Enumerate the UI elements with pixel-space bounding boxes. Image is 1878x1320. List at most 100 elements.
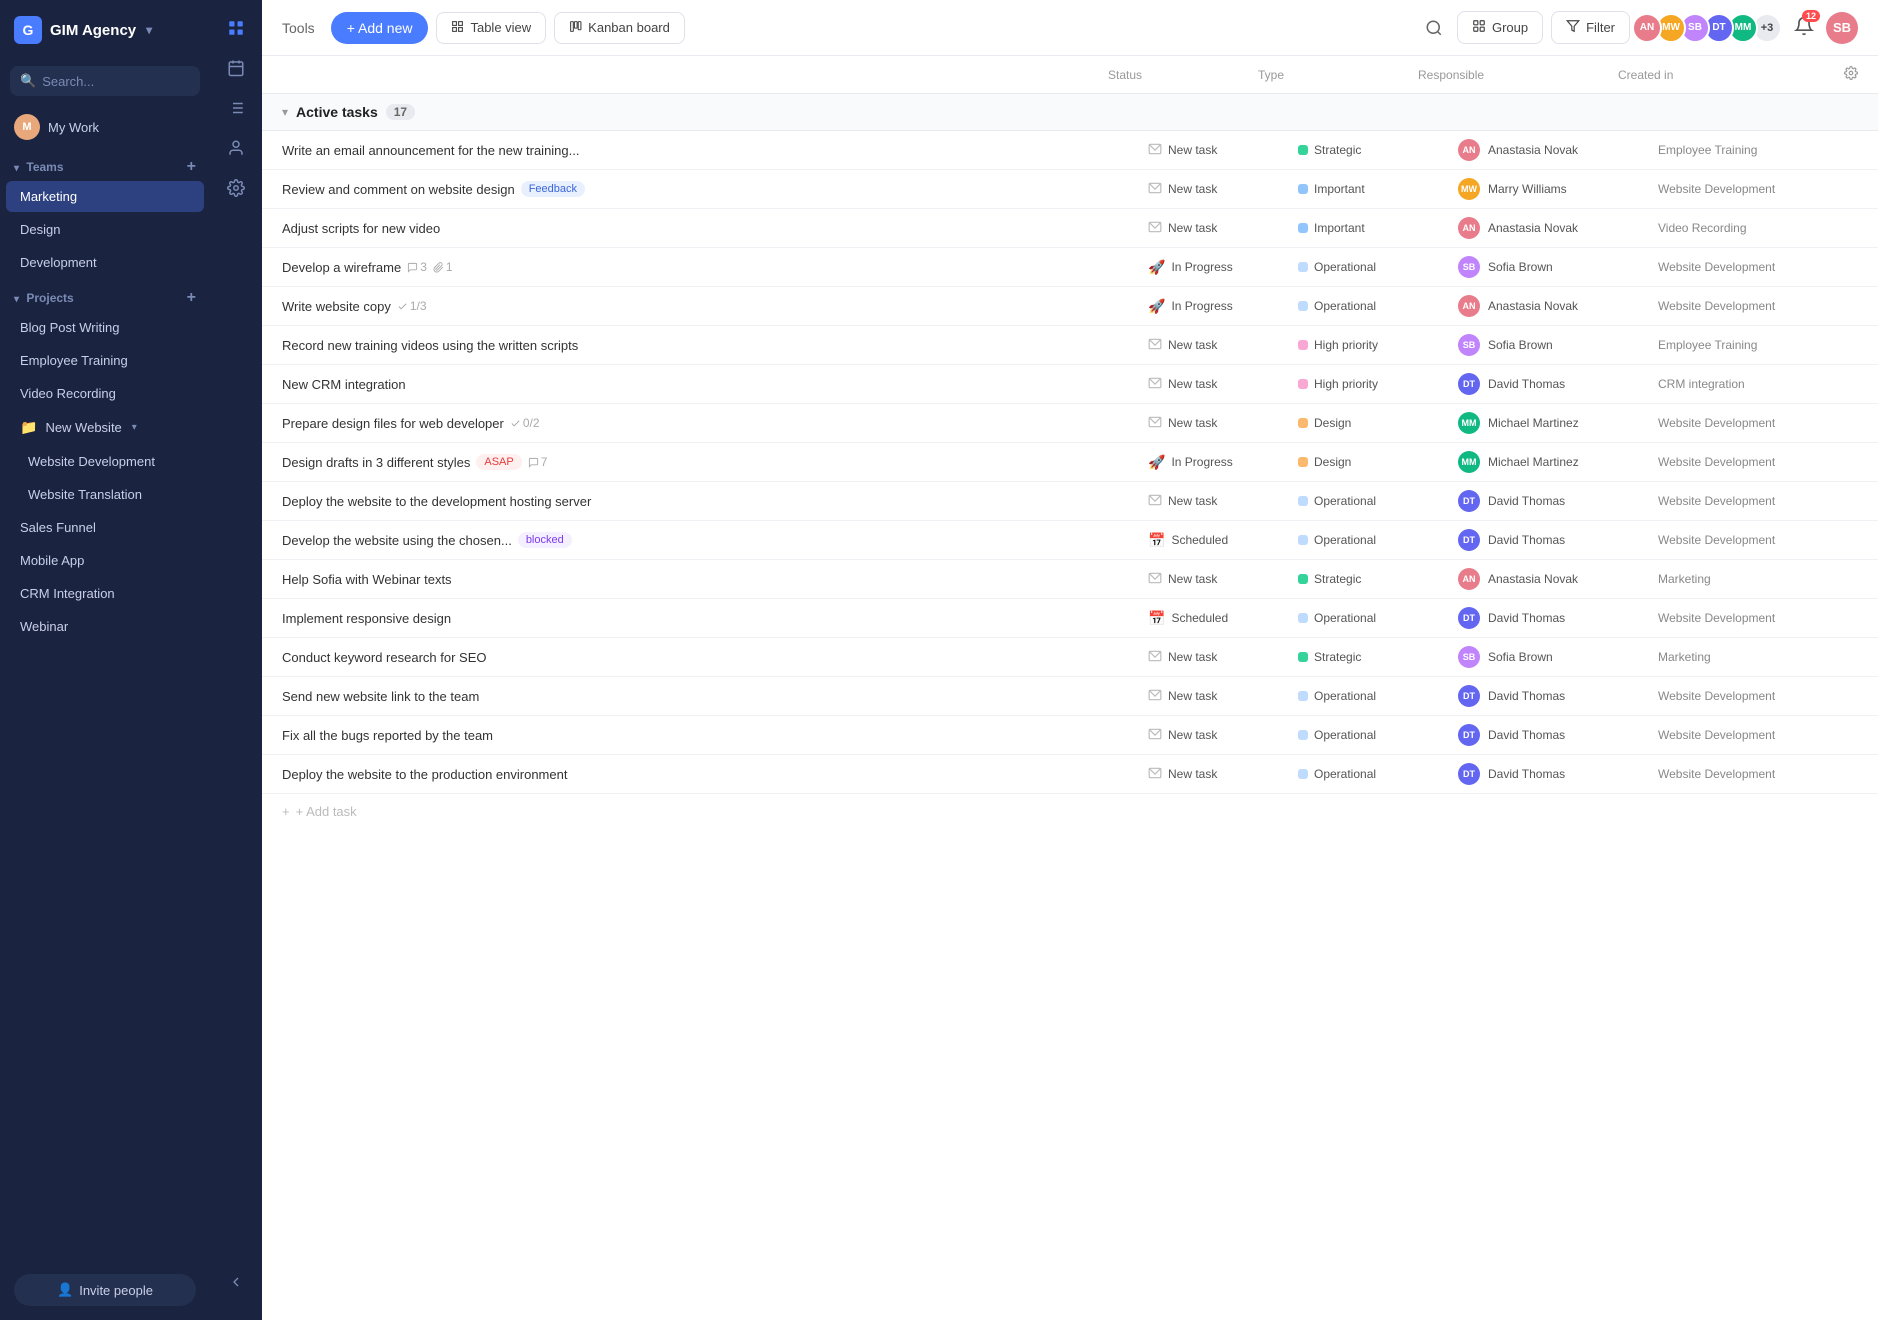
task-row[interactable]: Implement responsive design 📅 Scheduled …: [262, 599, 1878, 638]
filter-button[interactable]: Filter: [1551, 11, 1630, 44]
nav-calendar-icon[interactable]: [218, 50, 254, 86]
active-tasks-section[interactable]: ▾ Active tasks 17: [262, 94, 1878, 131]
task-name: Help Sofia with Webinar texts: [282, 572, 1148, 587]
responsible-cell: SB Sofia Brown: [1458, 256, 1658, 278]
responsible-cell: AN Anastasia Novak: [1458, 217, 1658, 239]
col-header-settings[interactable]: [1818, 66, 1858, 83]
status-label: New task: [1168, 689, 1217, 703]
status-icon: 🚀: [1148, 298, 1165, 315]
type-label: Design: [1314, 455, 1351, 469]
app-logo[interactable]: G GIM Agency ▾: [0, 0, 210, 60]
type-cell: Operational: [1298, 533, 1458, 547]
profile-avatar[interactable]: SB: [1826, 12, 1858, 44]
nav-settings-icon[interactable]: [218, 170, 254, 206]
group-button[interactable]: Group: [1457, 11, 1543, 44]
type-dot: [1298, 418, 1308, 428]
type-cell: Operational: [1298, 260, 1458, 274]
task-name: Send new website link to the team: [282, 689, 1148, 704]
status-label: New task: [1168, 221, 1217, 235]
responsible-cell: AN Anastasia Novak: [1458, 139, 1658, 161]
sidebar-item-employee-training[interactable]: Employee Training: [6, 345, 204, 376]
responsible-avatar: AN: [1458, 568, 1480, 590]
sidebar-item-design[interactable]: Design: [6, 214, 204, 245]
task-label: Send new website link to the team: [282, 689, 479, 704]
task-row[interactable]: Design drafts in 3 different styles ASAP…: [262, 443, 1878, 482]
crm-integration-label: CRM Integration: [20, 586, 115, 601]
task-label: Prepare design files for web developer: [282, 416, 504, 431]
invite-people-button[interactable]: 👤 Invite people: [14, 1274, 196, 1306]
sidebar-item-new-website[interactable]: 📁 New Website ▾: [6, 411, 204, 444]
task-row[interactable]: Deploy the website to the development ho…: [262, 482, 1878, 521]
responsible-cell: DT David Thomas: [1458, 724, 1658, 746]
kanban-icon: [569, 20, 582, 36]
nav-list-icon[interactable]: [218, 90, 254, 126]
task-row[interactable]: Deploy the website to the production env…: [262, 755, 1878, 794]
status-cell: New task: [1148, 649, 1298, 666]
website-translation-label: Website Translation: [28, 487, 142, 502]
task-name: Develop the website using the chosen... …: [282, 532, 1148, 548]
status-cell: New task: [1148, 220, 1298, 237]
sidebar-collapse-button[interactable]: [218, 1264, 254, 1310]
sidebar-item-mobile-app[interactable]: Mobile App: [6, 545, 204, 576]
website-development-label: Website Development: [28, 454, 155, 469]
created-in-label: Website Development: [1658, 767, 1775, 781]
sidebar-item-website-translation[interactable]: Website Translation: [6, 479, 204, 510]
team-avatars[interactable]: AN MW SB DT MM +3: [1638, 13, 1782, 43]
task-row[interactable]: Develop a wireframe 3 1 🚀 In Progress Op…: [262, 248, 1878, 287]
nav-tasks-icon[interactable]: [218, 10, 254, 46]
sidebar-item-video-recording[interactable]: Video Recording: [6, 378, 204, 409]
responsible-cell: DT David Thomas: [1458, 373, 1658, 395]
responsible-cell: MM Michael Martinez: [1458, 451, 1658, 473]
sidebar-search[interactable]: 🔍 Search...: [10, 66, 200, 96]
task-row[interactable]: Help Sofia with Webinar texts New task S…: [262, 560, 1878, 599]
search-button[interactable]: [1419, 13, 1449, 43]
responsible-avatar: AN: [1458, 217, 1480, 239]
task-row[interactable]: Write an email announcement for the new …: [262, 131, 1878, 170]
sidebar-item-sales-funnel[interactable]: Sales Funnel: [6, 512, 204, 543]
responsible-cell: DT David Thomas: [1458, 529, 1658, 551]
logo-icon: G: [14, 16, 42, 44]
responsible-avatar: MM: [1458, 451, 1480, 473]
task-row[interactable]: Conduct keyword research for SEO New tas…: [262, 638, 1878, 677]
sidebar-item-website-development[interactable]: Website Development: [6, 446, 204, 477]
task-row[interactable]: Adjust scripts for new video New task Im…: [262, 209, 1878, 248]
add-team-button[interactable]: +: [187, 158, 196, 176]
status-label: New task: [1168, 416, 1217, 430]
sidebar-item-webinar[interactable]: Webinar: [6, 611, 204, 642]
task-row[interactable]: Write website copy 1/3 🚀 In Progress Ope…: [262, 287, 1878, 326]
sidebar-item-marketing[interactable]: Marketing: [6, 181, 204, 212]
type-label: Operational: [1314, 689, 1376, 703]
nav-person-icon[interactable]: [218, 130, 254, 166]
responsible-name: David Thomas: [1488, 494, 1565, 508]
responsible-name: David Thomas: [1488, 689, 1565, 703]
sidebar-item-development[interactable]: Development: [6, 247, 204, 278]
type-label: Operational: [1314, 611, 1376, 625]
task-name: Deploy the website to the production env…: [282, 767, 1148, 782]
status-icon: 🚀: [1148, 454, 1165, 471]
add-new-button[interactable]: + Add new: [331, 12, 429, 44]
table-view-button[interactable]: Table view: [436, 12, 546, 44]
status-icon: [1148, 727, 1162, 744]
responsible-avatar: DT: [1458, 490, 1480, 512]
sidebar-item-crm-integration[interactable]: CRM Integration: [6, 578, 204, 609]
status-cell: 🚀 In Progress: [1148, 454, 1298, 471]
task-row[interactable]: Develop the website using the chosen... …: [262, 521, 1878, 560]
task-label: Develop the website using the chosen...: [282, 533, 512, 548]
task-name: Develop a wireframe 3 1: [282, 260, 1148, 275]
filter-icon: [1566, 19, 1580, 36]
task-row[interactable]: Record new training videos using the wri…: [262, 326, 1878, 365]
task-row[interactable]: Review and comment on website design Fee…: [262, 170, 1878, 209]
task-row[interactable]: Prepare design files for web developer 0…: [262, 404, 1878, 443]
type-dot: [1298, 301, 1308, 311]
status-cell: New task: [1148, 727, 1298, 744]
task-row[interactable]: New CRM integration New task High priori…: [262, 365, 1878, 404]
sidebar-item-blog-post[interactable]: Blog Post Writing: [6, 312, 204, 343]
kanban-board-button[interactable]: Kanban board: [554, 12, 685, 44]
add-task-button[interactable]: + + Add task: [262, 794, 1878, 829]
sidebar-my-work[interactable]: M My Work: [0, 106, 210, 148]
add-project-button[interactable]: +: [187, 289, 196, 307]
notification-button[interactable]: 12: [1790, 12, 1818, 43]
created-cell: Marketing: [1658, 650, 1858, 664]
task-row[interactable]: Send new website link to the team New ta…: [262, 677, 1878, 716]
task-row[interactable]: Fix all the bugs reported by the team Ne…: [262, 716, 1878, 755]
